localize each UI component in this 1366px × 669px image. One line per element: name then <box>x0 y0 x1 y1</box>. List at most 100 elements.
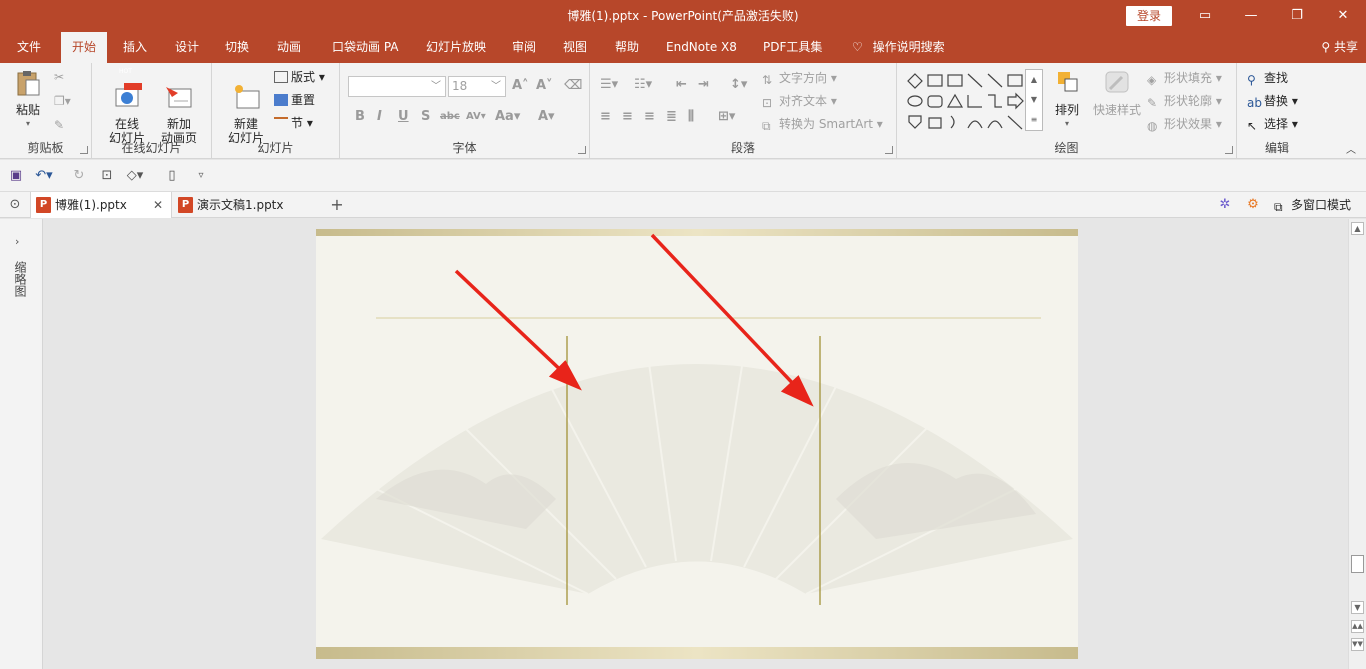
login-button[interactable]: 登录 <box>1126 6 1172 26</box>
convert-smartart-button[interactable]: ⧉ 转换为 SmartArt ▾ <box>762 114 883 134</box>
minimize-icon[interactable]: — <box>1228 0 1274 32</box>
cut-icon[interactable]: ✂ <box>54 67 64 87</box>
justify-icon[interactable]: ≣ <box>666 109 677 124</box>
ribbon-display-icon[interactable]: ▭ <box>1182 0 1228 32</box>
shapes-icon[interactable]: ◇▾ <box>126 167 144 185</box>
align-right-icon[interactable]: ≡ <box>644 109 655 124</box>
font-color-icon[interactable]: A▾ <box>538 109 555 124</box>
shrink-font-icon[interactable]: A˅ <box>536 78 553 93</box>
undo-icon[interactable]: ↶▾ <box>35 167 53 185</box>
collapse-ribbon-icon[interactable]: ︿ <box>1346 141 1356 156</box>
tab-help[interactable]: 帮助 <box>615 32 639 63</box>
strikethrough-icon[interactable]: abc <box>440 111 460 122</box>
settings-gear-icon[interactable]: ⚙ <box>1244 196 1262 214</box>
shape-fill-button[interactable]: ◈ 形状填充 ▾ <box>1147 68 1222 88</box>
shadow-icon[interactable]: S <box>421 109 430 124</box>
share-button[interactable]: ⚲ 共享 <box>1321 32 1358 63</box>
quick-styles-button[interactable]: 快速样式 <box>1091 69 1143 117</box>
distributed-icon[interactable]: ⫼ <box>688 109 694 124</box>
tab-home[interactable]: 开始 <box>61 32 108 63</box>
layout-button[interactable]: 版式 ▾ <box>274 67 325 87</box>
section-button[interactable]: 节 ▾ <box>274 113 313 133</box>
arrange-dropdown-icon[interactable]: ▾ <box>1047 117 1087 131</box>
customize-qat-icon[interactable]: ▿ <box>192 167 210 185</box>
grow-font-icon[interactable]: A˄ <box>512 78 529 93</box>
bold-icon[interactable]: B <box>355 109 365 124</box>
thumbnail-label[interactable]: 缩略图 <box>12 261 29 297</box>
tab-transitions[interactable]: 切换 <box>225 32 249 63</box>
reset-button[interactable]: 重置 <box>274 90 315 110</box>
shape-effects-button[interactable]: ◍ 形状效果 ▾ <box>1147 114 1222 134</box>
close-icon[interactable]: ✕ <box>1320 0 1366 32</box>
underline-icon[interactable]: U <box>398 109 409 124</box>
multi-window-button[interactable]: ⧉ 多窗口模式 <box>1274 195 1351 215</box>
tab-history-icon[interactable]: ⊙ <box>6 196 24 214</box>
find-button[interactable]: ⚲ 查找 <box>1247 68 1288 88</box>
tell-me-search[interactable]: ♡ 操作说明搜索 <box>852 32 945 63</box>
font-size-combo[interactable]: 18 ﹀ <box>448 76 506 97</box>
tab-design[interactable]: 设计 <box>175 32 199 63</box>
ai-assist-icon[interactable]: ✲ <box>1216 196 1234 214</box>
quick-styles-icon <box>1105 71 1129 93</box>
tab-insert[interactable]: 插入 <box>123 32 147 63</box>
previous-slide-icon[interactable]: ▲▲ <box>1351 620 1364 633</box>
tab-view[interactable]: 视图 <box>563 32 587 63</box>
maximize-icon[interactable]: ❐ <box>1274 0 1320 32</box>
shapes-gallery-icon[interactable] <box>905 70 1035 134</box>
new-document-icon[interactable]: ▯ <box>163 167 181 185</box>
person-icon: ⚲ <box>1321 40 1331 54</box>
paint-bucket-icon: ◈ <box>1147 73 1157 87</box>
paste-button[interactable]: 粘贴 ▾ <box>8 69 48 131</box>
change-case-icon[interactable]: Aa▾ <box>495 109 520 124</box>
copy-icon[interactable]: ❐▾ <box>54 91 71 111</box>
line-spacing-icon[interactable]: ↕▾ <box>730 77 747 92</box>
columns-icon[interactable]: ⊞▾ <box>718 109 735 124</box>
select-button[interactable]: ↖ 选择 ▾ <box>1247 114 1298 134</box>
align-left-icon[interactable]: ≡ <box>600 109 611 124</box>
new-tab-plus-icon[interactable]: + <box>328 196 346 214</box>
align-text-button[interactable]: ⊡ 对齐文本 ▾ <box>762 91 837 111</box>
align-center-icon[interactable]: ≡ <box>622 109 633 124</box>
italic-icon[interactable]: I <box>377 109 382 124</box>
save-icon[interactable]: ▣ <box>7 167 25 185</box>
reset-label: 重置 <box>291 93 316 107</box>
tab-endnote[interactable]: EndNote X8 <box>666 32 737 63</box>
vertical-scrollbar[interactable]: ▲ ▼ ▲▲ ▼▼ <box>1348 219 1366 669</box>
close-tab-icon[interactable]: ✕ <box>153 192 163 218</box>
bullets-icon[interactable]: ☰▾ <box>600 77 618 92</box>
scroll-thumb[interactable] <box>1351 555 1364 573</box>
format-painter-icon[interactable]: ✎ <box>54 115 64 135</box>
decrease-indent-icon[interactable]: ⇤ <box>676 77 687 92</box>
tab-review[interactable]: 审阅 <box>512 32 536 63</box>
tab-file[interactable]: 文件 <box>17 32 41 63</box>
char-spacing-icon[interactable]: AV▾ <box>466 111 486 122</box>
shape-outline-button[interactable]: ✎ 形状轮廓 ▾ <box>1147 91 1222 111</box>
clipboard-launcher-icon[interactable] <box>80 146 88 154</box>
text-direction-button[interactable]: ⇅ 文字方向 ▾ <box>762 68 837 88</box>
tab-pocket-animation[interactable]: 口袋动画 PA <box>332 32 399 63</box>
scroll-down-icon[interactable]: ▼ <box>1351 601 1364 614</box>
tab-slideshow[interactable]: 幻灯片放映 <box>426 32 486 63</box>
scroll-up-icon[interactable]: ▲ <box>1351 222 1364 235</box>
next-slide-icon[interactable]: ▼▼ <box>1351 638 1364 651</box>
paragraph-launcher-icon[interactable] <box>885 146 893 154</box>
drawing-launcher-icon[interactable] <box>1225 146 1233 154</box>
font-name-combo[interactable]: ﹀ <box>348 76 446 97</box>
paste-dropdown-icon[interactable]: ▾ <box>8 117 48 131</box>
replace-button[interactable]: ab 替换 ▾ <box>1247 91 1298 111</box>
arrange-button[interactable]: 排列 ▾ <box>1047 69 1087 131</box>
expand-panel-icon[interactable]: › <box>15 235 19 248</box>
doc-tab-inactive[interactable]: P 演示文稿1.pptx <box>173 192 323 218</box>
slideshow-from-start-icon[interactable]: ⊡ <box>98 167 116 185</box>
numbering-icon[interactable]: ☷▾ <box>634 77 652 92</box>
clear-format-icon[interactable]: ⌫ <box>564 78 582 93</box>
font-launcher-icon[interactable] <box>578 146 586 154</box>
lightbulb-icon: ♡ <box>852 40 863 54</box>
tab-animations[interactable]: 动画 <box>277 32 301 63</box>
redo-icon[interactable]: ↻ <box>70 167 88 185</box>
doc-tab-active[interactable]: P 博雅(1).pptx ✕ <box>30 192 172 218</box>
increase-indent-icon[interactable]: ⇥ <box>698 77 709 92</box>
slide[interactable] <box>316 229 1078 659</box>
shapes-gallery-scroll[interactable]: ▲ ▼ ≡ <box>1025 69 1043 131</box>
tab-pdf-tools[interactable]: PDF工具集 <box>763 32 822 63</box>
